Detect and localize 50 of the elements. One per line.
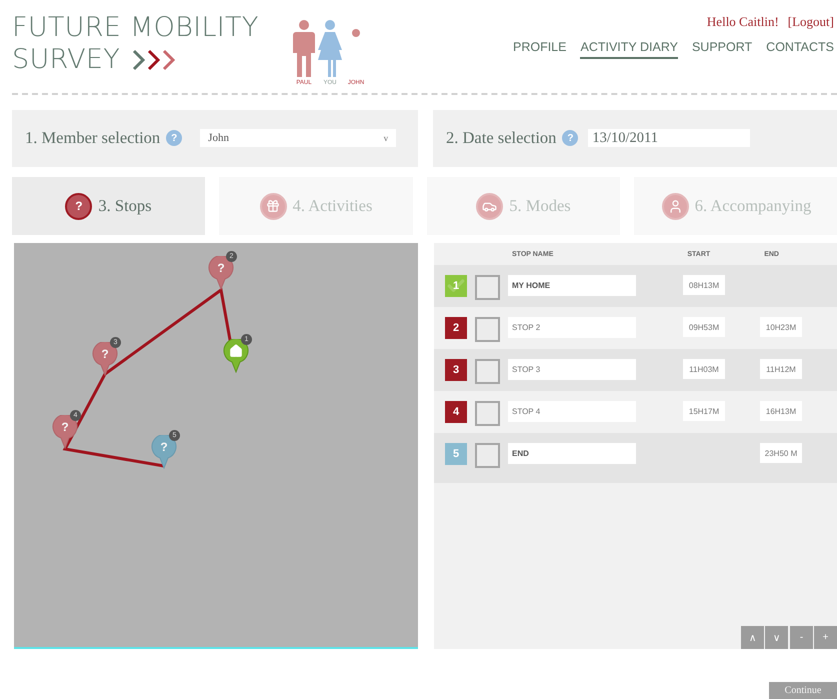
woman-figure-icon bbox=[317, 20, 343, 77]
table-control-button[interactable]: ∨ bbox=[765, 626, 788, 649]
stop-name-field[interactable]: STOP 4 bbox=[508, 401, 636, 422]
question-step-icon: ? bbox=[65, 192, 92, 220]
gift-icon bbox=[266, 199, 280, 214]
end-time-field[interactable]: 16H13M bbox=[760, 401, 802, 421]
step-tab[interactable]: ? 3. Stops bbox=[12, 177, 205, 235]
stop-number-marker: 5 bbox=[445, 443, 467, 465]
stop-name-field[interactable]: STOP 3 bbox=[508, 359, 636, 380]
stop-number-marker: 3 bbox=[445, 359, 467, 381]
table-control-button[interactable]: + bbox=[814, 626, 837, 649]
row-checkbox[interactable] bbox=[475, 317, 500, 342]
end-time-field[interactable]: 11H12M bbox=[760, 359, 802, 379]
date-field[interactable]: 13/10/2011 bbox=[588, 129, 750, 148]
home-map-pin[interactable] bbox=[223, 339, 249, 373]
map-pin[interactable]: ? bbox=[151, 435, 177, 469]
stop-number-marker: 4 bbox=[445, 401, 467, 423]
stop-name-field[interactable]: MY HOME bbox=[508, 275, 636, 296]
date-selection-label: 2. Date selection bbox=[446, 128, 556, 148]
end-time-field[interactable]: 23H50 M bbox=[760, 443, 802, 463]
member-selection-label: 1. Member selection bbox=[25, 128, 160, 148]
row-checkbox[interactable] bbox=[475, 401, 500, 426]
logo-subtitle: SURVEY bbox=[12, 44, 120, 76]
table-control-button[interactable]: - bbox=[790, 626, 813, 649]
start-time-field[interactable]: 08H13M bbox=[683, 275, 725, 295]
start-time-field[interactable]: 11H03M bbox=[683, 359, 725, 379]
nav-link[interactable]: ACTIVITY DIARY bbox=[580, 40, 678, 59]
logo-title: FUTURE MOBILITY bbox=[12, 12, 260, 44]
greeting-text: Hello Caitlin! bbox=[706, 14, 779, 30]
member-dropdown[interactable]: John v bbox=[200, 129, 396, 148]
row-checkbox[interactable] bbox=[475, 443, 500, 468]
start-time-field[interactable]: 15H17M bbox=[683, 401, 725, 421]
map-pin[interactable]: ? bbox=[208, 256, 234, 290]
logout-link[interactable]: [Logout] bbox=[788, 14, 834, 30]
person-icon bbox=[668, 198, 683, 214]
stop-name-field[interactable]: STOP 2 bbox=[508, 317, 636, 338]
continue-button[interactable]: Continue bbox=[769, 682, 837, 699]
start-time-field[interactable]: 09H53M bbox=[683, 317, 725, 337]
row-checkbox[interactable] bbox=[475, 359, 500, 384]
man-figure-icon bbox=[293, 20, 315, 77]
table-control-button[interactable]: ∧ bbox=[741, 626, 764, 649]
stop-number-marker: 1 bbox=[445, 275, 467, 297]
child-dot-icon bbox=[352, 29, 360, 37]
end-time-field[interactable]: 10H23M bbox=[760, 317, 802, 337]
nav-link[interactable]: SUPPORT bbox=[692, 40, 752, 59]
nav-link[interactable]: PROFILE bbox=[512, 40, 566, 59]
stop-name-field[interactable]: END bbox=[508, 443, 636, 464]
row-checkbox[interactable] bbox=[475, 275, 500, 300]
stop-number-marker: 2 bbox=[445, 317, 467, 339]
nav-link[interactable]: CONTACTS bbox=[766, 40, 834, 59]
